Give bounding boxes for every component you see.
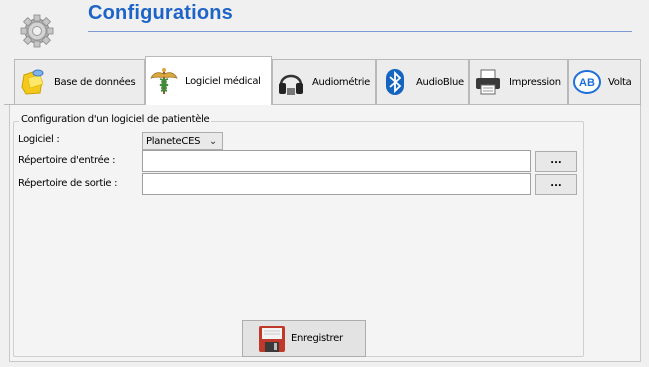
save-button[interactable]: Enregistrer [242, 320, 366, 357]
page-title: Configurations [88, 2, 234, 24]
floppy-disk-icon [259, 325, 285, 352]
headphones-icon [279, 74, 303, 95]
tab-label: Volta [608, 76, 632, 88]
input-dir-browse-button[interactable]: ... [535, 151, 577, 172]
save-button-label: Enregistrer [291, 333, 343, 344]
input-dir-label: Répertoire d'entrée : [18, 155, 116, 166]
chevron-down-icon: ⌄ [208, 136, 217, 147]
caduceus-icon [150, 68, 178, 94]
tab-audioblue[interactable]: AudioBlue [376, 59, 469, 104]
tab-label: AudioBlue [416, 76, 464, 88]
tab-label: Base de données [54, 76, 136, 88]
software-select-value: PlaneteCES [146, 135, 201, 147]
bluetooth-icon [386, 69, 404, 95]
gear-icon [20, 14, 54, 48]
svg-text:AB: AB [579, 77, 595, 89]
tab-label: Audiométrie [312, 76, 370, 88]
tab-logiciel-medical[interactable]: Logiciel médical [145, 56, 272, 105]
printer-icon [476, 69, 500, 95]
database-icon [21, 69, 44, 95]
tab-base-de-donnees[interactable]: Base de données [14, 59, 145, 104]
software-label: Logiciel : [18, 134, 60, 145]
input-dir-field[interactable] [142, 150, 531, 172]
tab-label: Logiciel médical [185, 75, 261, 87]
tab-impression[interactable]: Impression [469, 59, 568, 104]
output-dir-field[interactable] [142, 173, 531, 195]
tab-audiometrie[interactable]: Audiométrie [272, 59, 376, 104]
title-divider [88, 31, 632, 32]
tab-label: Impression [509, 76, 561, 88]
output-dir-browse-button[interactable]: ... [535, 174, 577, 195]
tab-volta[interactable]: AB Volta [568, 59, 641, 104]
output-dir-label: Répertoire de sortie : [18, 178, 118, 189]
ab-logo-icon: AB [573, 70, 601, 94]
software-select[interactable]: PlaneteCES ⌄ [142, 132, 223, 150]
group-title: Configuration d'un logiciel de patientèl… [19, 114, 212, 125]
